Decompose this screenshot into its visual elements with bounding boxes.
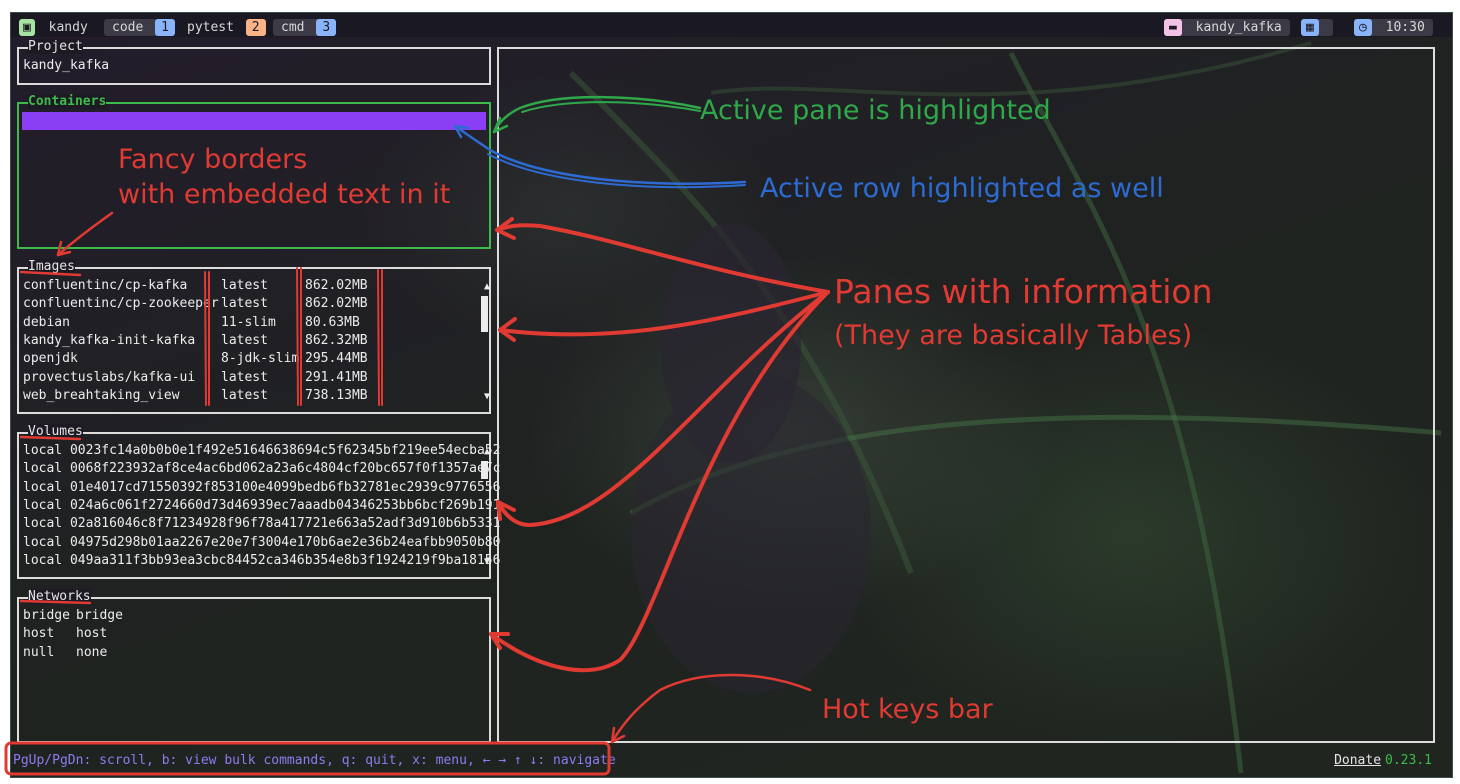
annotation-active-pane: Active pane is highlighted — [700, 95, 1051, 126]
image-name-cell: confluentinc/cp-zookeeper — [23, 296, 219, 312]
image-size-cell: 862.32MB — [305, 332, 368, 348]
network-name-cell: bridge — [23, 608, 70, 623]
images-pane[interactable]: Images confluentinc/cp-kafka latest 862.02… — [17, 259, 491, 414]
tab-pytest[interactable]: pytest 2 — [187, 19, 266, 36]
volume-row[interactable]: local 01e4017cd71550392f853100e4099bedb6… — [23, 479, 500, 497]
volume-row[interactable]: local 024a6c061f2724660d73d46939ec7aaadb… — [23, 497, 500, 515]
calendar-icon: ▦ — [1301, 19, 1319, 36]
annotation-active-row: Active row highlighted as well — [760, 173, 1164, 204]
tab-label: code — [112, 20, 144, 35]
volume-row[interactable]: local 02a816046c8f71234928f96f78a417721e… — [23, 515, 500, 533]
terminal-window: ▣ kandy code 1 pytest 2 cmd 3 ▬ kandy_ka… — [10, 12, 1453, 778]
image-name-cell: provectuslabs/kafka-ui — [23, 369, 196, 385]
tab-cmd[interactable]: cmd 3 — [273, 19, 337, 36]
image-tag-cell: 11-slim — [221, 314, 276, 330]
annotation-hotkeys-bar: Hot keys bar — [822, 694, 993, 725]
image-tag-cell: latest — [221, 332, 268, 348]
containers-pane-title: Containers — [28, 94, 107, 109]
tab-kandy[interactable]: ▣ kandy — [19, 19, 88, 36]
image-name-cell: kandy_kafka-init-kafka — [23, 332, 196, 348]
folder-icon: ▬ — [1164, 19, 1182, 36]
session-indicator: ▬ kandy_kafka — [1164, 19, 1290, 36]
image-size-cell: 80.63MB — [305, 314, 360, 330]
terminal-icon: ▣ — [19, 19, 35, 36]
scroll-down-icon[interactable]: ▼ — [484, 556, 490, 567]
image-name-cell: openjdk — [23, 351, 78, 367]
tab-index: 3 — [316, 19, 337, 36]
image-name-cell: debian — [23, 314, 70, 330]
tab-index: 1 — [155, 19, 175, 36]
image-name-cell: confluentinc/cp-kafka — [23, 278, 188, 293]
annotation-panes-2: (They are basically Tables) — [834, 320, 1193, 351]
session-label: kandy_kafka — [1195, 20, 1282, 35]
containers-pane[interactable]: Containers — [17, 94, 491, 249]
annotation-fancy-borders: Fancy borders — [118, 144, 308, 175]
annotation-panes: Panes with information — [834, 272, 1213, 311]
project-name: kandy_kafka — [23, 58, 110, 73]
volumes-pane-title: Volumes — [28, 424, 83, 439]
networks-pane[interactable]: Networks bridge bridge host host null none — [17, 589, 491, 743]
hotkeys-bar: PgUp/PgDn: scroll, b: view bulk commands… — [13, 753, 616, 768]
tab-code[interactable]: code 1 — [104, 19, 175, 36]
status-top-bar: ▣ kandy code 1 pytest 2 cmd 3 ▬ kandy_ka… — [11, 13, 1452, 37]
image-size-cell: 862.02MB — [305, 278, 368, 293]
image-size-cell: 291.41MB — [305, 369, 368, 385]
tab-index: 2 — [245, 19, 266, 36]
footer: Donate 0.23.1 — [1334, 753, 1432, 768]
volumes-pane[interactable]: Volumes local 0023fc14a0b0b0e1f492e51646… — [17, 424, 500, 579]
scroll-up-icon[interactable]: ▲ — [484, 281, 490, 292]
images-pane-title: Images — [28, 259, 75, 274]
image-size-cell: 738.13MB — [305, 387, 368, 403]
network-driver-cell: bridge — [76, 608, 123, 623]
image-tag-cell: 8-jdk-slim — [221, 351, 300, 367]
networks-pane-title: Networks — [28, 589, 91, 604]
selected-row-highlight[interactable] — [22, 112, 486, 130]
image-tag-cell: latest — [221, 296, 268, 312]
volume-row[interactable]: local 0023fc14a0b0b0e1f492e51646638694c5… — [23, 442, 500, 460]
scrollbar-thumb[interactable] — [481, 296, 488, 332]
network-name-cell: null — [23, 644, 55, 660]
image-tag-cell: latest — [221, 369, 268, 385]
calendar-widget: ▦ — [1301, 19, 1333, 36]
project-pane[interactable]: Project kandy_kafka — [17, 39, 491, 85]
image-name-cell: web_breahtaking_view — [23, 387, 180, 403]
image-size-cell: 862.02MB — [305, 296, 368, 312]
tab-label: pytest — [187, 20, 234, 35]
scroll-down-icon[interactable]: ▼ — [484, 391, 490, 402]
scrollbar-thumb[interactable] — [481, 461, 488, 479]
annotation-fancy-borders-2: with embedded text in it — [118, 179, 451, 210]
clock-icon: ◷ — [1354, 19, 1372, 36]
network-driver-cell: none — [76, 644, 108, 660]
volume-row[interactable]: local 0068f223932af8ce4ac6bd062a23a6c480… — [23, 460, 500, 478]
volume-row[interactable]: local 049aa311f3bb93ea3cbc84452ca346b354… — [23, 552, 500, 570]
scroll-up-icon[interactable]: ▲ — [484, 446, 490, 457]
project-pane-title: Project — [28, 39, 83, 54]
network-name-cell: host — [23, 626, 55, 642]
volume-row[interactable]: local 04975d298b01aa2267e20e7f3004e170b6… — [23, 534, 500, 552]
donate-link[interactable]: Donate — [1334, 753, 1381, 768]
network-driver-cell: host — [76, 626, 108, 642]
version-label: 0.23.1 — [1385, 753, 1432, 768]
tab-label: kandy — [48, 20, 88, 35]
image-size-cell: 295.44MB — [305, 351, 368, 367]
detail-pane[interactable] — [497, 47, 1435, 743]
tab-label: cmd — [281, 20, 305, 35]
image-tag-cell: latest — [221, 278, 268, 293]
clock-widget: ◷ 10:30 — [1354, 19, 1433, 36]
image-tag-cell: latest — [221, 387, 268, 403]
clock-time: 10:30 — [1385, 20, 1425, 35]
